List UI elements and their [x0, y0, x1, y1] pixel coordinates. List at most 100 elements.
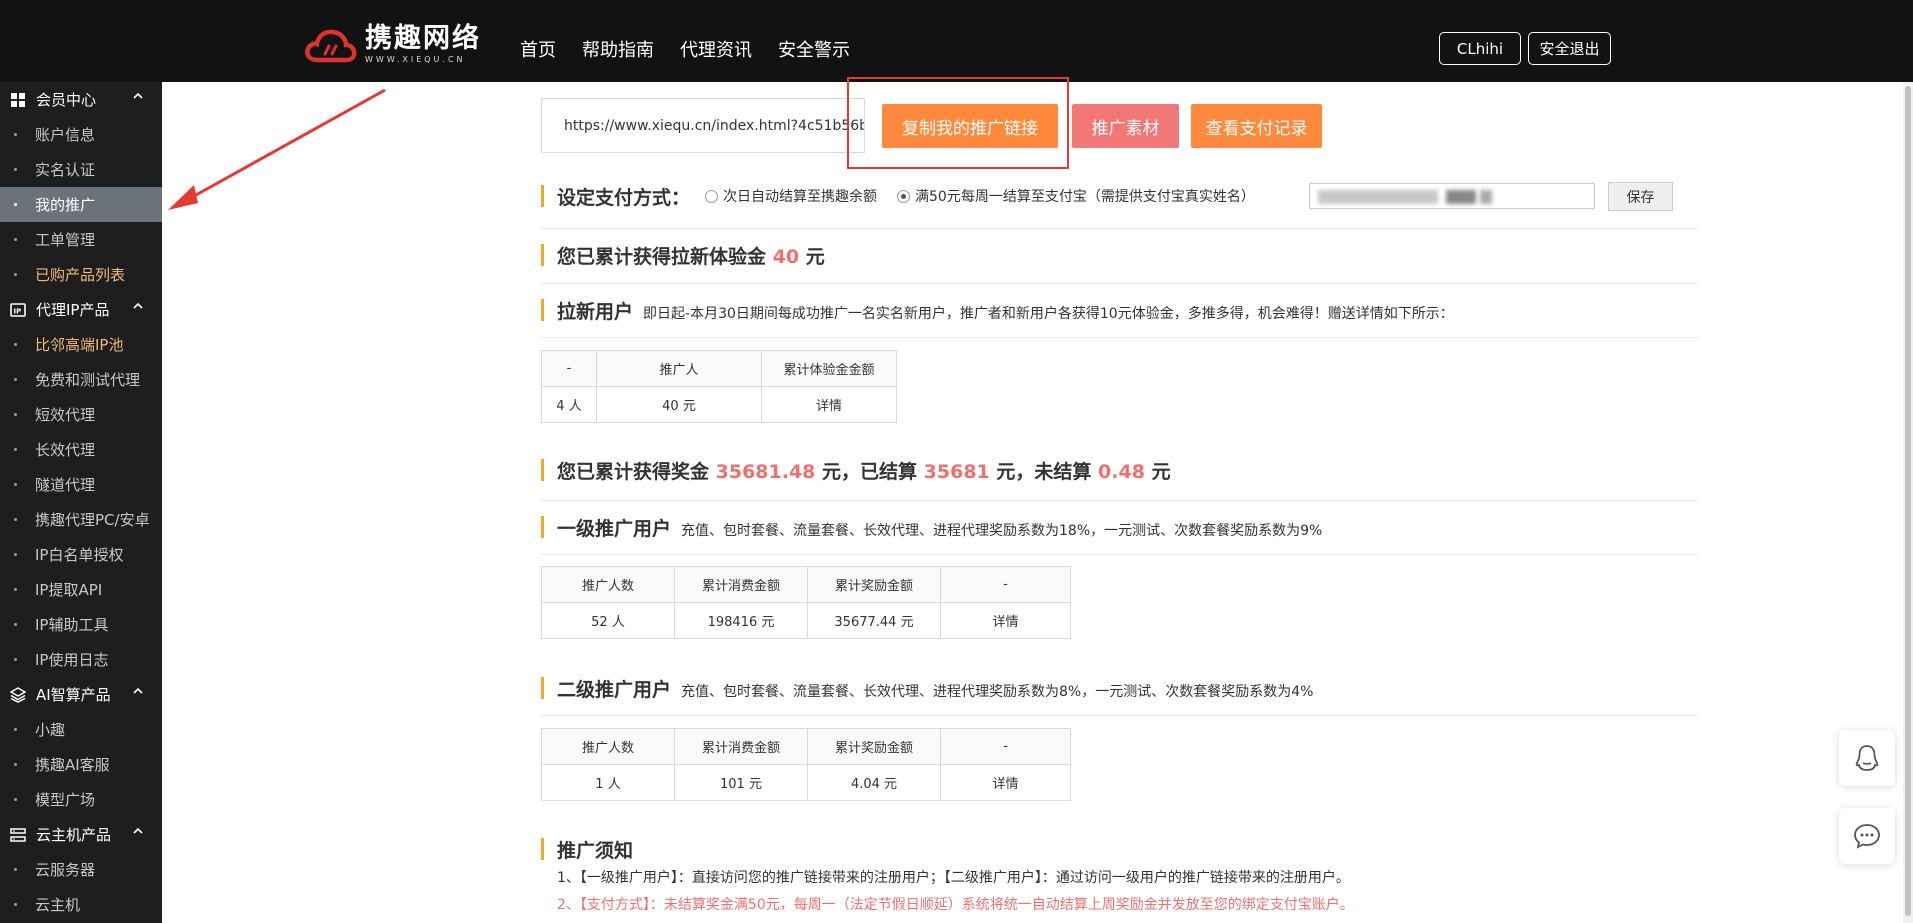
option-balance-label: 次日自动结算至携趣余额 — [723, 189, 877, 205]
scrollbar-thumb[interactable] — [1905, 86, 1911, 916]
sidebar-item-label: 账户信息 — [35, 126, 96, 144]
bonus-unsettled-label: 元，未结算 — [996, 461, 1092, 483]
logo-name: 携趣网络 — [365, 22, 481, 54]
logo-subtitle: WWW.XIEQU.CN — [365, 54, 466, 64]
sidebar-item-label: IP白名单授权 — [35, 546, 124, 564]
top-header: 携趣网络 WWW.XIEQU.CN 首页 帮助指南 代理资讯 安全警示 CLhi… — [0, 0, 1913, 82]
chat-support-button[interactable] — [1839, 808, 1895, 864]
sidebar-item-label: 工单管理 — [35, 231, 96, 249]
notice-line-2: 2、【支付方式】：未结算奖金满50元，每周一（法定节假日顺延）系统将统一自动结算… — [557, 897, 1354, 913]
sidebar-item-label: 云主机 — [35, 896, 81, 914]
section-marker — [541, 185, 544, 207]
sidebar-item-label: 长效代理 — [35, 441, 96, 459]
sidebar-item-label: IP提取API — [35, 581, 103, 599]
table-row: 52 人 198416 元 35677.44 元 详情 — [541, 602, 1071, 639]
sidebar-item-long-term-proxy[interactable]: 长效代理 — [0, 432, 162, 467]
logo[interactable]: 携趣网络 WWW.XIEQU.CN — [305, 22, 481, 66]
bonus-settled-value: 35681 — [923, 461, 990, 483]
table-row: 1 人 101 元 4.04 元 详情 — [541, 764, 1071, 801]
sidebar-item-my-promotion[interactable]: 我的推广 — [0, 187, 162, 222]
sidebar-group-label: 会员中心 — [36, 91, 97, 109]
sidebar-item-label: 我的推广 — [35, 196, 96, 214]
alipay-name-input[interactable] — [1309, 183, 1595, 209]
table-header: 累计奖励金额 — [807, 728, 941, 765]
detail-link[interactable]: 详情 — [761, 386, 897, 423]
sidebar-item-label: 携趣AI客服 — [35, 756, 110, 774]
sidebar-item-ip-tools[interactable]: IP辅助工具 — [0, 607, 162, 642]
bonus-settled-label: 元，已结算 — [822, 461, 918, 483]
notice-line-1: 1、【一级推广用户】：直接访问您的推广链接带来的注册用户；【二级推广用户】：通过… — [557, 870, 1350, 886]
divider — [541, 715, 1698, 716]
sidebar-item-model-square[interactable]: 模型广场 — [0, 782, 162, 817]
sidebar-item-account-info[interactable]: 账户信息 — [0, 117, 162, 152]
payment-options: 次日自动结算至携趣余额 满50元每周一结算至支付宝（需提供支付宝真实姓名） — [705, 186, 1255, 206]
sidebar-item-proxy-client[interactable]: 携趣代理PC/安卓 — [0, 502, 162, 537]
nav-proxy-news[interactable]: 代理资讯 — [680, 36, 752, 62]
save-button[interactable]: 保存 — [1608, 182, 1673, 211]
sidebar-item-premium-ip-pool[interactable]: 比邻高端IP池 — [0, 327, 162, 362]
penguin-icon — [1855, 745, 1879, 771]
sidebar-item-label: 比邻高端IP池 — [35, 336, 124, 354]
sidebar-item-label: 已购产品列表 — [35, 266, 126, 284]
annotation-arrow-icon — [168, 88, 386, 210]
level2-table: 推广人数 累计消费金额 累计奖励金额 - 1 人 101 元 4.04 元 详情 — [541, 728, 1071, 801]
bonus-prefix: 您已累计获得奖金 — [557, 461, 710, 483]
qq-support-button[interactable] — [1839, 730, 1895, 786]
sidebar-item-cloud-host[interactable]: 云主机 — [0, 887, 162, 922]
sidebar-item-free-test-proxy[interactable]: 免费和测试代理 — [0, 362, 162, 397]
sidebar-item-real-name-auth[interactable]: 实名认证 — [0, 152, 162, 187]
highlight-box — [847, 77, 1069, 169]
divider — [541, 337, 1698, 338]
divider — [541, 500, 1698, 501]
chat-bubble-icon — [1854, 824, 1880, 849]
sidebar-item-label: 小趣 — [35, 721, 66, 739]
section-marker — [541, 299, 544, 321]
payment-records-button[interactable]: 查看支付记录 — [1191, 104, 1322, 148]
nav-help-guide[interactable]: 帮助指南 — [582, 36, 654, 62]
total-value: 40 — [772, 246, 800, 268]
sidebar-item-xiaoqu[interactable]: 小趣 — [0, 712, 162, 747]
promo-material-button[interactable]: 推广素材 — [1072, 104, 1179, 148]
sidebar-item-purchased-products[interactable]: 已购产品列表 — [0, 257, 162, 292]
user-button[interactable]: CLhihi — [1439, 32, 1521, 65]
logout-button[interactable]: 安全退出 — [1528, 32, 1611, 65]
detail-link[interactable]: 详情 — [940, 764, 1071, 801]
sidebar-group-cloud-host[interactable]: 云主机产品 — [0, 817, 162, 852]
chevron-up-icon — [133, 687, 143, 694]
new-user-section: 拉新用户 即日起-本月30日期间每成功推广一名实名新用户，推广者和新用户各获得10… — [557, 297, 1454, 324]
sidebar-item-ip-whitelist[interactable]: IP白名单授权 — [0, 537, 162, 572]
table-cell: 52 人 — [541, 602, 675, 639]
sidebar-group-member-center[interactable]: 会员中心 — [0, 82, 162, 117]
sidebar-group-ai-computing[interactable]: AI智算产品 — [0, 677, 162, 712]
sidebar-item-ip-api[interactable]: IP提取API — [0, 572, 162, 607]
sidebar-item-label: 短效代理 — [35, 406, 96, 424]
nav-security-alert[interactable]: 安全警示 — [778, 36, 850, 62]
sidebar-item-ip-usage-log[interactable]: IP使用日志 — [0, 642, 162, 677]
logo-text: 携趣网络 WWW.XIEQU.CN — [365, 25, 481, 64]
chevron-up-icon — [133, 92, 143, 99]
sidebar-item-cloud-server[interactable]: 云服务器 — [0, 852, 162, 887]
table-header: 推广人 — [596, 350, 762, 387]
bonus-unsettled-value: 0.48 — [1098, 461, 1145, 483]
table-row: 4 人 40 元 详情 — [541, 386, 897, 423]
sidebar-group-proxy-ip[interactable]: IP 代理IP产品 — [0, 292, 162, 327]
sidebar-item-label: 免费和测试代理 — [35, 371, 141, 389]
layers-icon — [10, 686, 26, 703]
radio-balance[interactable] — [705, 189, 718, 203]
divider — [541, 554, 1698, 555]
bonus-unit: 元 — [1151, 461, 1171, 483]
sidebar-item-ticket-management[interactable]: 工单管理 — [0, 222, 162, 257]
level1-desc: 充值、包时套餐、流量套餐、长效代理、进程代理奖励系数为18%，一元测试、次数套餐… — [681, 523, 1323, 539]
table-cell: 40 元 — [596, 386, 762, 423]
notice-title: 推广须知 — [557, 840, 634, 862]
sidebar-item-ai-customer-service[interactable]: 携趣AI客服 — [0, 747, 162, 782]
sidebar-item-label: IP辅助工具 — [35, 616, 109, 634]
detail-link[interactable]: 详情 — [940, 602, 1071, 639]
nav-home[interactable]: 首页 — [520, 36, 556, 62]
promo-link-input[interactable]: https://www.xiequ.cn/index.html?4c51b56b — [541, 98, 865, 153]
radio-alipay[interactable] — [897, 189, 910, 203]
sidebar-item-tunnel-proxy[interactable]: 隧道代理 — [0, 467, 162, 502]
table-header: 累计奖励金额 — [807, 566, 941, 603]
sidebar-item-short-term-proxy[interactable]: 短效代理 — [0, 397, 162, 432]
sidebar-item-label: 隧道代理 — [35, 476, 96, 494]
